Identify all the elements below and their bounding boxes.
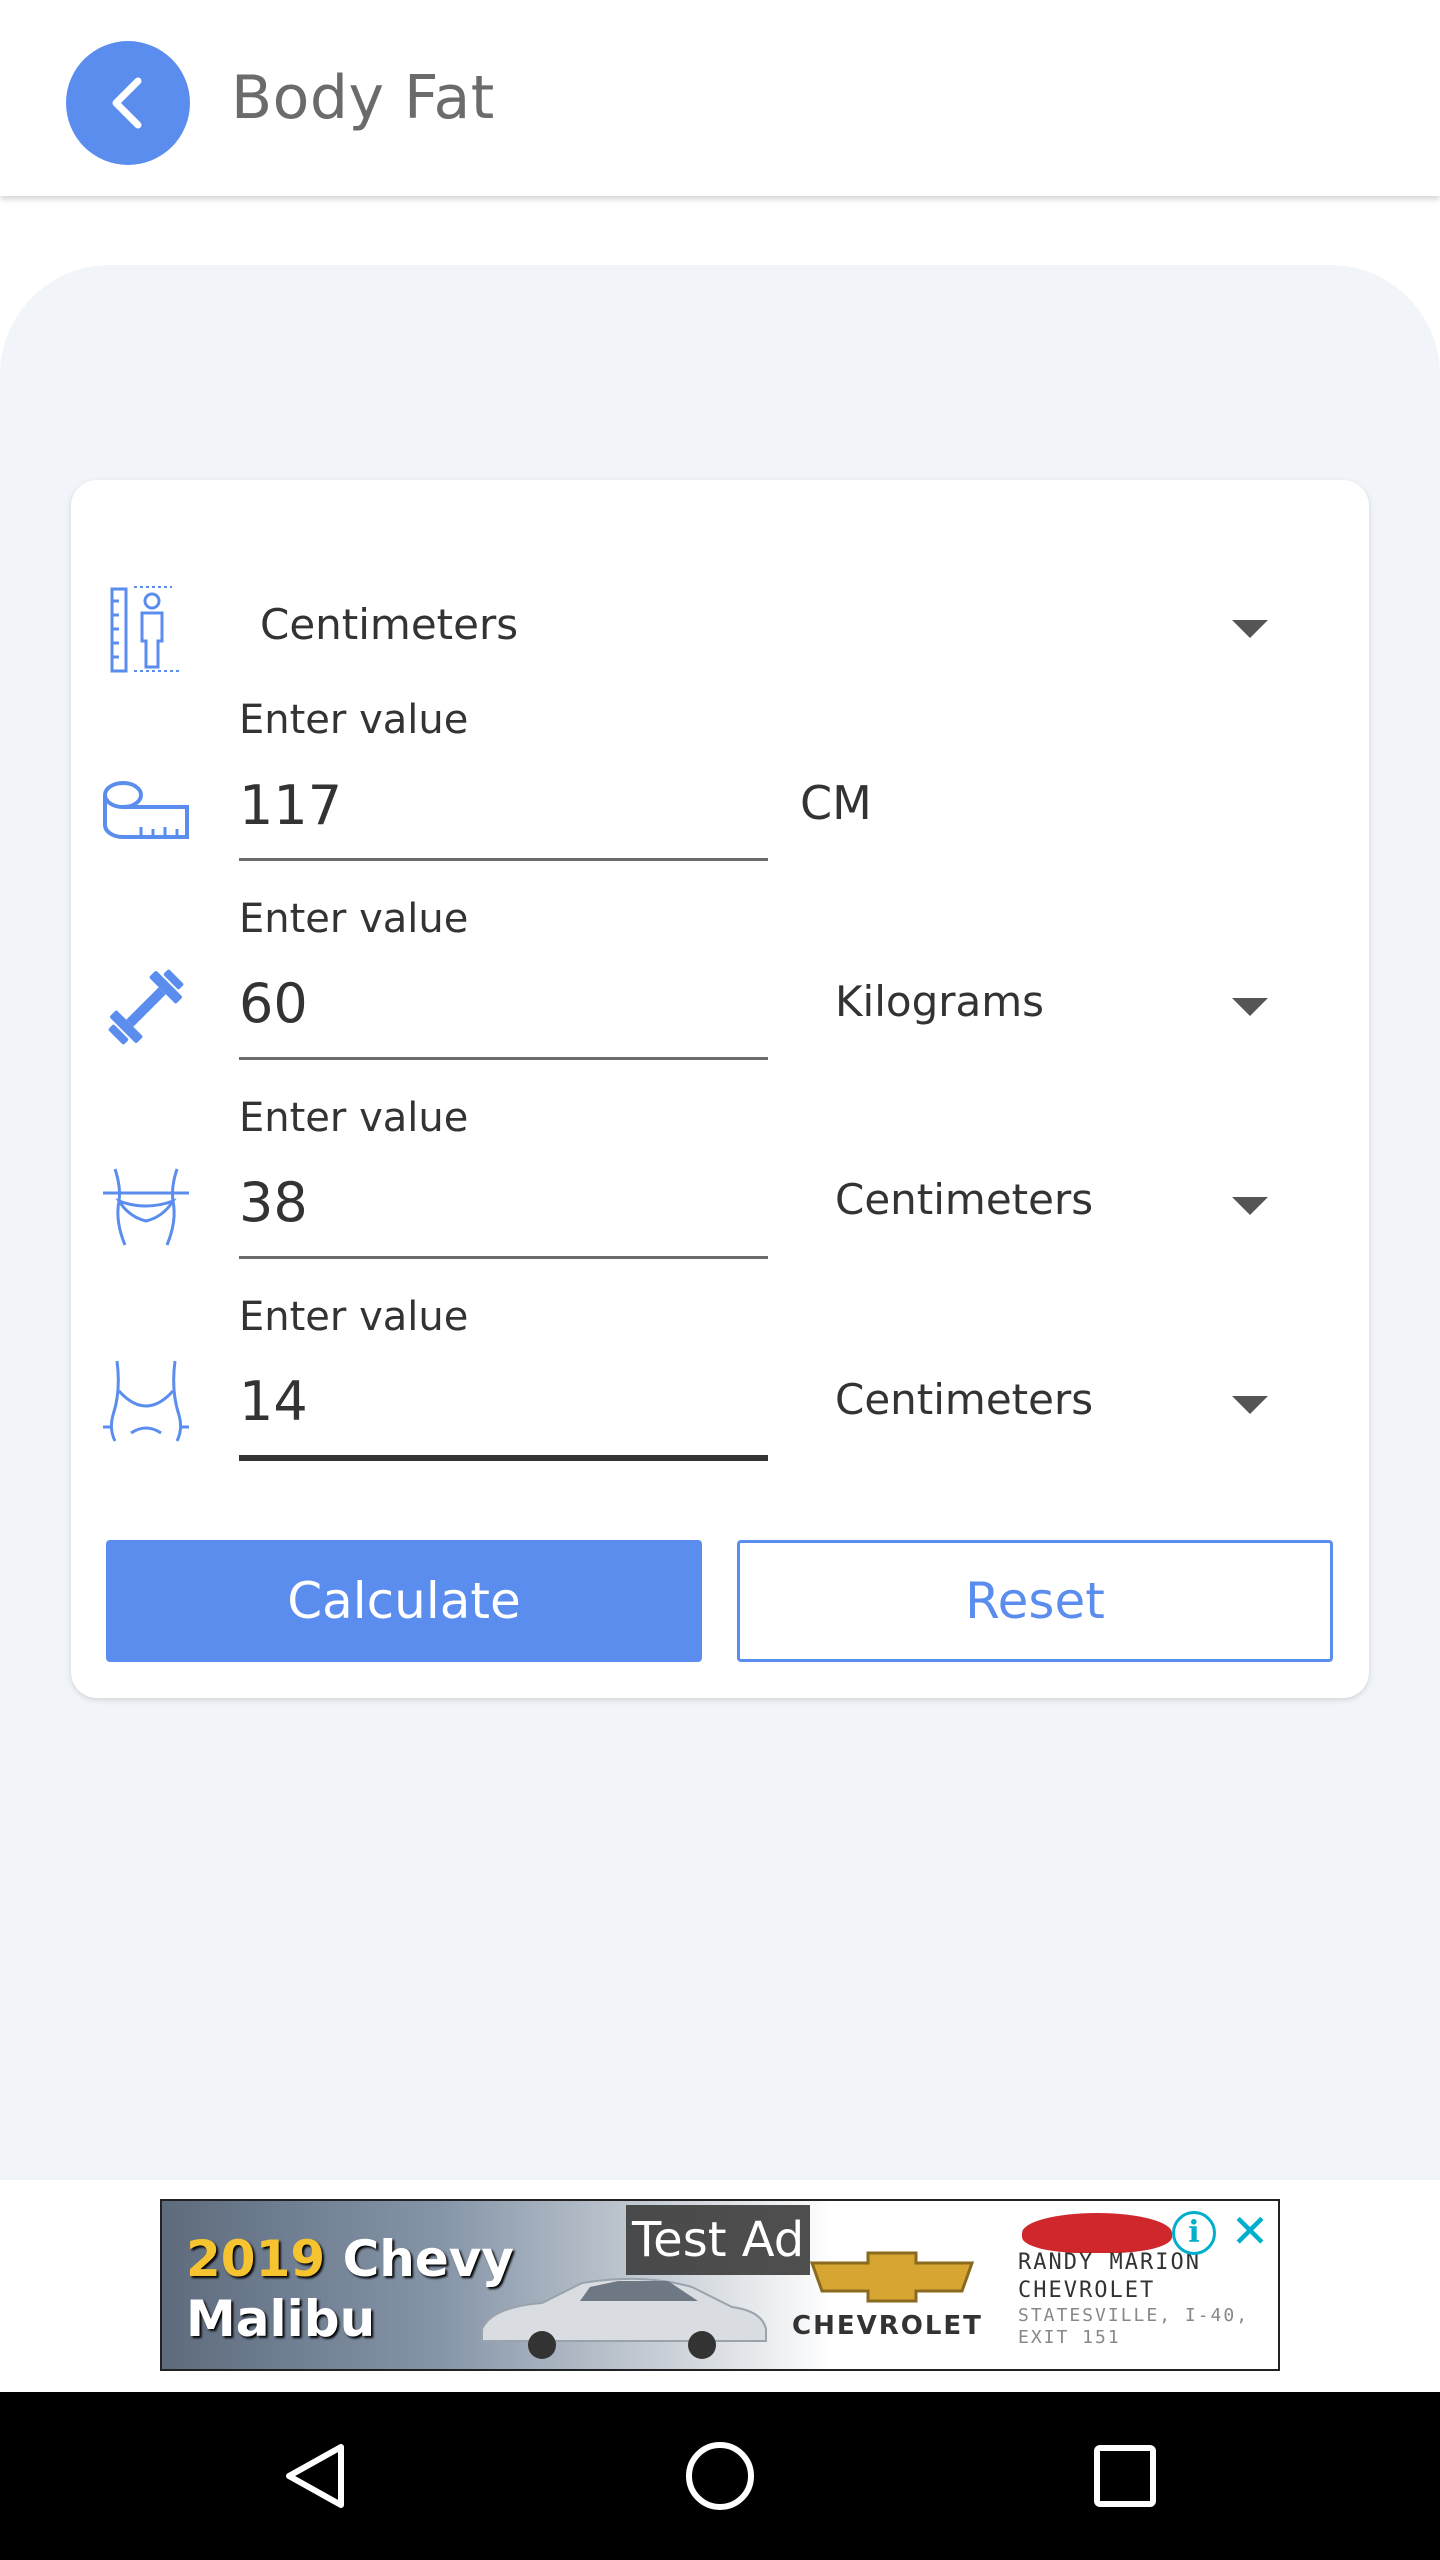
- ad-banner[interactable]: 2019 Chevy Malibu Test Ad CHEVROLET RAND…: [160, 2199, 1280, 2371]
- ad-dealer-text: RANDY MARION CHEVROLET STATESVILLE, I-40…: [1018, 2249, 1268, 2349]
- ad-info-icon[interactable]: i: [1172, 2211, 1216, 2255]
- measuring-tape-icon: [101, 765, 191, 855]
- back-button[interactable]: [66, 41, 190, 165]
- nav-home-button[interactable]: [680, 2436, 760, 2516]
- triangle-back-icon: [286, 2444, 344, 2508]
- form-card: [71, 480, 1369, 1698]
- chevron-down-icon[interactable]: [1232, 1396, 1268, 1414]
- ad-dealer-line3: STATESVILLE, I-40,: [1018, 2305, 1250, 2326]
- reset-button[interactable]: Reset: [737, 1540, 1333, 1662]
- hip-value-input[interactable]: [239, 1366, 759, 1436]
- dumbbell-icon: [101, 962, 191, 1052]
- field-label: Enter value: [239, 697, 469, 743]
- system-nav-bar: [0, 2392, 1440, 2560]
- waist-value-input[interactable]: [239, 770, 759, 840]
- weight-value-input[interactable]: [239, 968, 759, 1038]
- chevron-down-icon[interactable]: [1232, 620, 1268, 638]
- ad-year: 2019: [186, 2230, 326, 2288]
- chevron-left-icon: [112, 77, 142, 129]
- chevron-down-icon[interactable]: [1232, 998, 1268, 1016]
- car-image: [481, 2277, 767, 2359]
- ad-headline: 2019 Chevy Malibu: [186, 2229, 514, 2349]
- chevron-down-icon[interactable]: [1232, 1197, 1268, 1215]
- field-label: Enter value: [239, 896, 469, 942]
- ad-dealer-line4: EXIT 151: [1018, 2327, 1121, 2348]
- hip-icon: [101, 1357, 191, 1447]
- height-unit-select[interactable]: Centimeters: [260, 595, 518, 655]
- calculate-button[interactable]: Calculate: [106, 1540, 702, 1662]
- input-underline: [239, 1057, 768, 1060]
- app-bar: Body Fat: [0, 0, 1440, 196]
- unit-label: CM: [800, 776, 872, 830]
- height-measure-icon: [101, 585, 191, 675]
- circle-home-icon: [686, 2442, 754, 2510]
- field-label: Enter value: [239, 1294, 469, 1340]
- hip-unit-select[interactable]: Centimeters: [835, 1370, 1093, 1430]
- input-underline: [239, 858, 768, 861]
- field-label: Enter value: [239, 1095, 469, 1141]
- neck-unit-select[interactable]: Centimeters: [835, 1170, 1093, 1230]
- chevrolet-logo-icon: [809, 2251, 975, 2303]
- ad-model-line2: Malibu: [186, 2290, 376, 2348]
- ad-test-label: Test Ad: [626, 2205, 811, 2275]
- waist-icon: [101, 1162, 191, 1252]
- ad-dealer-line2: CHEVROLET: [1018, 2278, 1156, 2303]
- input-underline: [239, 1256, 768, 1259]
- nav-back-button[interactable]: [276, 2436, 356, 2516]
- neck-value-input[interactable]: [239, 1167, 759, 1237]
- weight-unit-select[interactable]: Kilograms: [835, 972, 1044, 1032]
- square-recents-icon: [1094, 2445, 1156, 2507]
- dealer-logo-icon: [1022, 2213, 1172, 2253]
- page-title: Body Fat: [231, 63, 495, 133]
- nav-recents-button[interactable]: [1085, 2436, 1165, 2516]
- ad-close-icon[interactable]: ✕: [1226, 2207, 1274, 2255]
- ad-brand: CHEVROLET: [792, 2311, 983, 2341]
- input-underline-active: [239, 1455, 768, 1461]
